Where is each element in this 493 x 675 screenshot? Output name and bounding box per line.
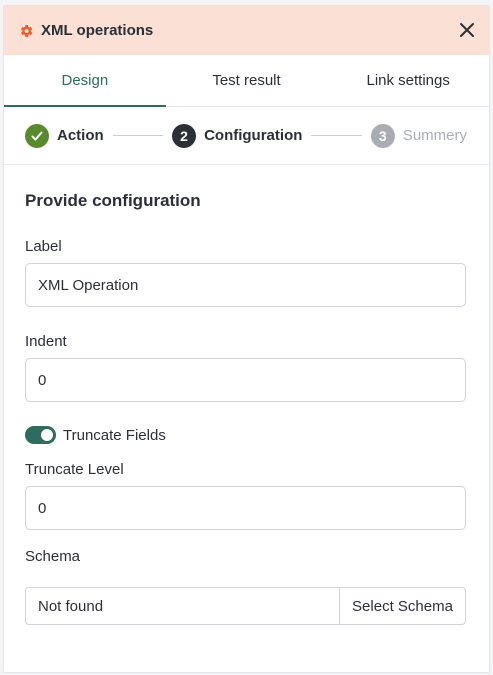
stepper: Action 2 Configuration 3 Summery xyxy=(4,107,489,165)
truncate-fields-toggle[interactable] xyxy=(25,426,56,444)
close-icon[interactable] xyxy=(457,20,477,40)
indent-input[interactable]: 0 xyxy=(25,358,466,402)
truncate-level-input[interactable]: 0 xyxy=(25,486,466,530)
panel-title: XML operations xyxy=(41,22,154,39)
select-schema-button[interactable]: Select Schema xyxy=(339,588,465,624)
step-number: 2 xyxy=(172,123,197,148)
truncate-level-label: Truncate Level xyxy=(25,461,124,478)
schema-selector: Not found Select Schema xyxy=(25,587,466,625)
step-label: Configuration xyxy=(204,127,303,144)
step-connector xyxy=(112,135,164,136)
step-configuration[interactable]: 2 Configuration xyxy=(172,123,303,148)
tab-test-result[interactable]: Test result xyxy=(166,55,328,106)
toggle-knob xyxy=(41,429,53,441)
step-label: Action xyxy=(57,127,104,144)
truncate-fields-label: Truncate Fields xyxy=(63,426,166,444)
step-label: Summery xyxy=(402,127,467,144)
xml-operations-panel: XML operations Design Test result Link s… xyxy=(3,5,490,673)
step-summery[interactable]: 3 Summery xyxy=(370,123,467,148)
label-input[interactable]: XML Operation xyxy=(25,263,466,307)
step-action[interactable]: Action xyxy=(25,123,104,148)
step-connector xyxy=(311,135,362,136)
config-form: Provide configuration Label XML Operatio… xyxy=(4,191,489,625)
section-title: Provide configuration xyxy=(25,191,201,210)
gear-icon xyxy=(17,22,34,39)
tab-design[interactable]: Design xyxy=(4,55,166,107)
tab-bar: Design Test result Link settings xyxy=(4,55,489,107)
label-field-label: Label xyxy=(25,238,62,255)
tab-link-settings[interactable]: Link settings xyxy=(327,55,489,106)
step-number: 3 xyxy=(370,123,395,148)
truncate-fields-row: Truncate Fields xyxy=(25,426,468,444)
schema-label: Schema xyxy=(25,548,81,565)
check-icon xyxy=(25,123,49,148)
schema-value: Not found xyxy=(38,597,104,615)
indent-field-label: Indent xyxy=(25,333,67,350)
panel-header: XML operations xyxy=(4,6,489,55)
